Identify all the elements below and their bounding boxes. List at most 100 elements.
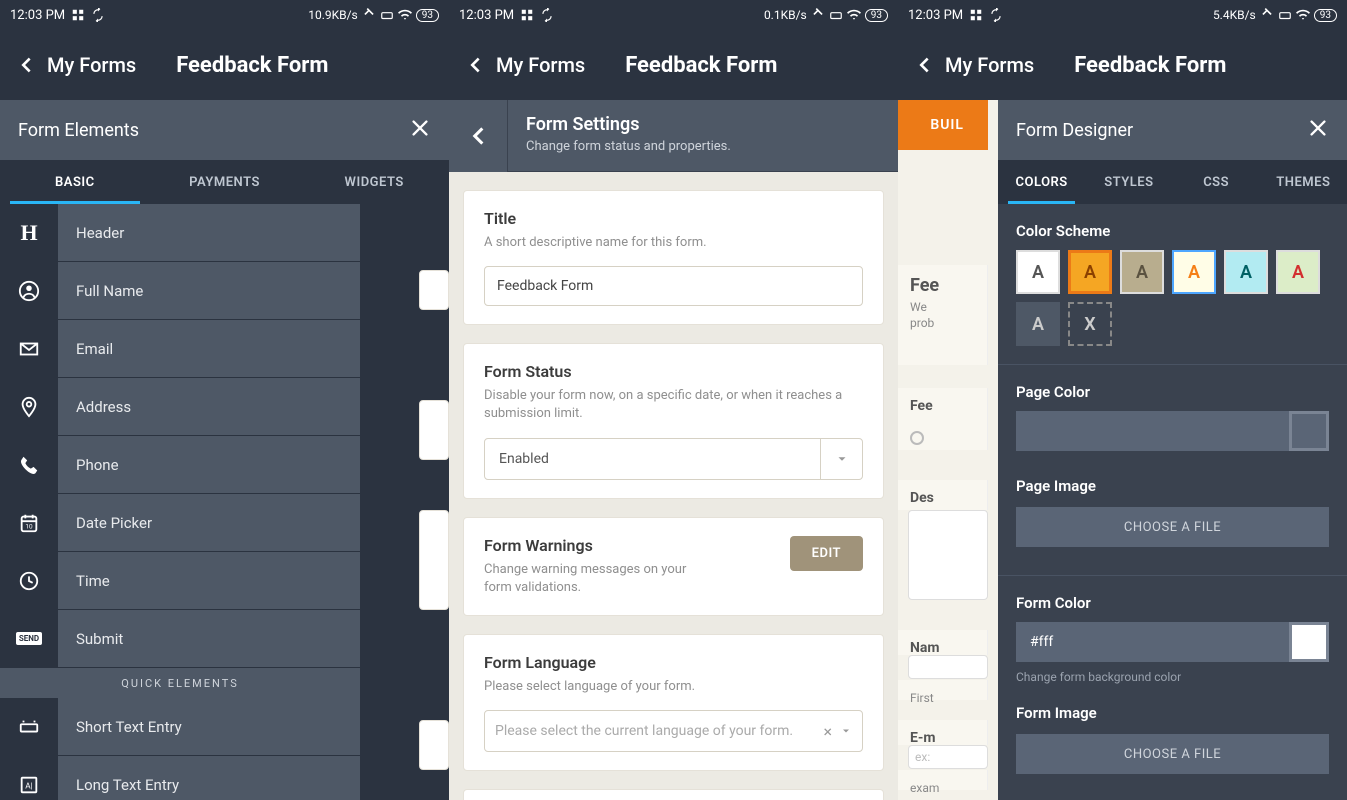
status-net: 10.9KB/s xyxy=(308,8,358,22)
back-icon[interactable] xyxy=(15,54,37,76)
form-elements-header: Form Elements xyxy=(0,100,449,160)
color-scheme-row: A A A A A A A X xyxy=(998,250,1347,346)
element-submit[interactable]: SEND Submit xyxy=(0,610,360,668)
designer-tabs: COLORS STYLES CSS THEMES xyxy=(998,160,1347,204)
widgets-icon xyxy=(71,8,85,22)
nav-header: My Forms Feedback Form xyxy=(0,30,449,100)
long-text-icon: A| xyxy=(18,774,40,796)
status-net: 5.4KB/s xyxy=(1213,8,1256,22)
sync-icon xyxy=(91,8,105,22)
form-color-hint: Change form background color xyxy=(1016,670,1329,684)
scheme-yellow[interactable]: A xyxy=(1172,250,1216,294)
element-phone[interactable]: Phone xyxy=(0,436,360,494)
element-email[interactable]: Email xyxy=(0,320,360,378)
card-language: Form Language Please select language of … xyxy=(463,634,884,771)
element-time[interactable]: Time xyxy=(0,552,360,610)
lang-label: Form Language xyxy=(484,653,863,672)
tab-themes[interactable]: THEMES xyxy=(1260,160,1347,204)
status-select[interactable]: Enabled xyxy=(484,438,863,480)
form-elements-tabs: BASIC PAYMENTS WIDGETS xyxy=(0,160,449,204)
lang-desc: Please select language of your form. xyxy=(484,678,863,696)
title-label: Title xyxy=(484,209,863,228)
back-label[interactable]: My Forms xyxy=(945,53,1034,77)
wifi-icon xyxy=(1296,8,1310,22)
element-short-text[interactable]: Short Text Entry xyxy=(0,698,360,756)
form-preview-radio xyxy=(898,420,988,450)
element-full-name[interactable]: Full Name xyxy=(0,262,360,320)
page-color-label: Page Color xyxy=(1016,383,1329,401)
tab-colors[interactable]: COLORS xyxy=(998,160,1085,204)
battery-badge: 93 xyxy=(865,9,888,22)
edit-warnings-button[interactable]: EDIT xyxy=(790,536,863,571)
mute-icon xyxy=(1260,8,1274,22)
card-status: Form Status Disable your form now, on a … xyxy=(463,343,884,498)
svg-text:10: 10 xyxy=(25,522,33,530)
scheme-light[interactable]: A xyxy=(1016,250,1060,294)
short-text-icon xyxy=(18,716,40,738)
scheme-orange[interactable]: A xyxy=(1068,250,1112,294)
scheme-green[interactable]: A xyxy=(1276,250,1320,294)
nav-header: My Forms Feedback Form xyxy=(898,30,1347,100)
quick-elements-divider: QUICK ELEMENTS xyxy=(0,668,360,698)
form-color-label: Form Color xyxy=(1016,594,1329,612)
scheme-tan[interactable]: A xyxy=(1120,250,1164,294)
status-time: 12:03 PM xyxy=(459,8,514,23)
page-title: Feedback Form xyxy=(176,53,328,78)
page-color-input[interactable] xyxy=(1016,411,1329,451)
page-image-choose-button[interactable]: CHOOSE A FILE xyxy=(1016,507,1329,547)
build-tab-peek[interactable]: BUIL xyxy=(898,100,988,150)
element-header[interactable]: H Header xyxy=(0,204,360,262)
color-scheme-label: Color Scheme xyxy=(1016,222,1329,240)
tab-payments[interactable]: PAYMENTS xyxy=(150,160,300,204)
form-preview-name-label: Nam xyxy=(898,630,988,655)
scheme-custom[interactable]: X xyxy=(1068,302,1112,346)
form-preview-name-input xyxy=(908,655,988,679)
tab-css[interactable]: CSS xyxy=(1173,160,1260,204)
element-long-text[interactable]: A| Long Text Entry xyxy=(0,756,360,800)
phone-icon xyxy=(18,454,40,476)
card-title: Title A short descriptive name for this … xyxy=(463,190,884,325)
form-color-input[interactable]: #fff xyxy=(1016,622,1329,662)
form-settings-header: Form Settings Change form status and pro… xyxy=(449,100,898,172)
settings-back-button[interactable] xyxy=(449,100,507,172)
widgets-icon xyxy=(969,8,983,22)
sync-icon xyxy=(989,8,1003,22)
heading-icon: H xyxy=(20,220,37,246)
tab-widgets[interactable]: WIDGETS xyxy=(299,160,449,204)
back-label[interactable]: My Forms xyxy=(496,53,585,77)
scheme-cyan[interactable]: A xyxy=(1224,250,1268,294)
form-designer-header: Form Designer xyxy=(998,100,1347,160)
wifi-icon xyxy=(398,8,412,22)
title-input[interactable] xyxy=(484,266,863,306)
status-time: 12:03 PM xyxy=(10,8,65,23)
form-preview-email-label: E-m xyxy=(898,720,988,745)
back-label[interactable]: My Forms xyxy=(47,53,136,77)
scheme-dark[interactable]: A xyxy=(1016,302,1060,346)
back-icon[interactable] xyxy=(913,54,935,76)
close-icon[interactable] xyxy=(409,117,431,143)
status-bar: 12:03 PM 0.1KB/s 93 xyxy=(449,0,898,30)
language-select[interactable]: Please select the current language of yo… xyxy=(484,710,863,752)
widgets-icon xyxy=(520,8,534,22)
status-bar: 12:03 PM 5.4KB/s 93 xyxy=(898,0,1347,30)
nav-header: My Forms Feedback Form xyxy=(449,30,898,100)
close-icon[interactable] xyxy=(1307,117,1329,143)
form-image-label: Form Image xyxy=(1016,704,1329,722)
send-icon: SEND xyxy=(16,632,42,645)
back-icon[interactable] xyxy=(464,54,486,76)
warnings-desc: Change warning messages on your form val… xyxy=(484,561,714,597)
form-preview-header: Fee Weprob xyxy=(898,265,988,365)
form-preview-textarea xyxy=(908,510,988,600)
user-icon xyxy=(18,280,40,302)
pin-icon xyxy=(18,396,40,418)
page-image-label: Page Image xyxy=(1016,477,1329,495)
element-date-picker[interactable]: 10 Date Picker xyxy=(0,494,360,552)
element-address[interactable]: Address xyxy=(0,378,360,436)
status-bar: 12:03 PM 10.9KB/s 93 xyxy=(0,0,449,30)
form-elements-title: Form Elements xyxy=(18,120,139,141)
clear-icon[interactable]: × xyxy=(823,722,832,741)
form-image-choose-button[interactable]: CHOOSE A FILE xyxy=(1016,734,1329,774)
tab-styles[interactable]: STYLES xyxy=(1085,160,1172,204)
status-net: 0.1KB/s xyxy=(764,8,807,22)
tab-basic[interactable]: BASIC xyxy=(0,160,150,204)
